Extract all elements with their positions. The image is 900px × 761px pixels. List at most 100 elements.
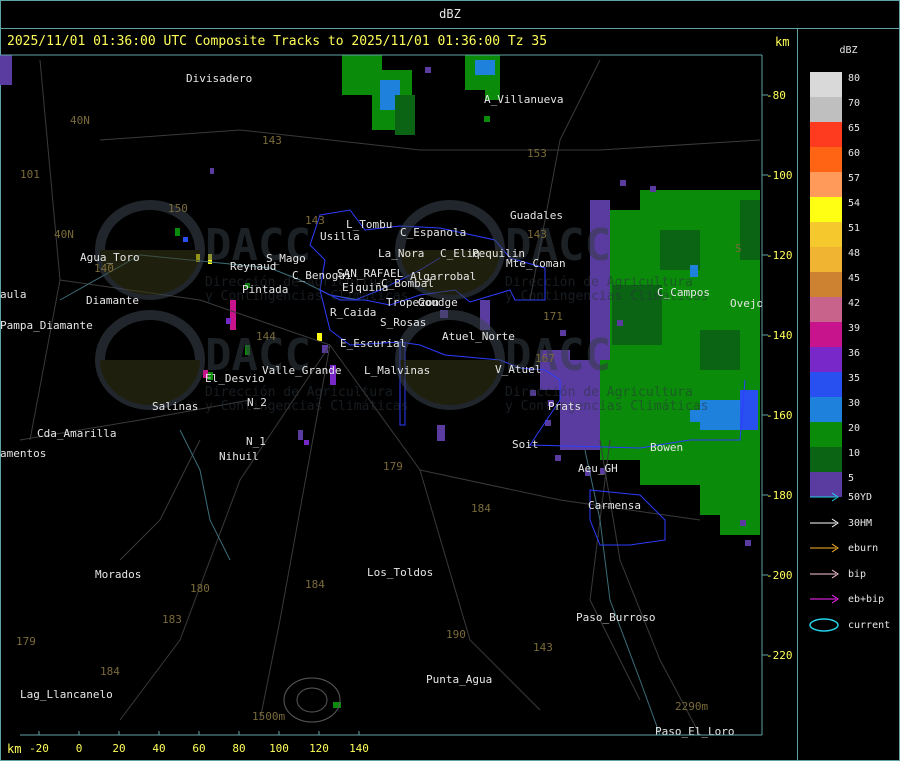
legend-swatch-60 — [810, 147, 842, 172]
legend-value-48: 48 — [848, 248, 861, 259]
place-label: Paso_El_Loro — [655, 725, 734, 738]
place-label: C_Bombal — [381, 277, 434, 290]
route-number: 101 — [20, 168, 40, 181]
watermark-line2-4: y Contingencias Climáticas — [505, 399, 709, 414]
legend-swatch-57 — [810, 172, 842, 197]
place-label: N_2 — [247, 396, 267, 409]
legend-value-10: 10 — [848, 448, 861, 459]
route-number: 184 — [305, 578, 325, 591]
route-number: 153 — [527, 147, 547, 160]
watermark-line2-3: y Contingencias Climáticas — [205, 399, 409, 414]
legend-value-39: 39 — [848, 323, 861, 334]
x-tick-label: 40 — [152, 742, 165, 755]
watermark-line1-4: Dirección de Agricultura — [505, 385, 693, 400]
place-label: Agua_Toro — [80, 251, 140, 264]
place-label: Lag_Llancanelo — [20, 688, 113, 701]
legend-swatch-70 — [810, 97, 842, 122]
place-label: Morados — [95, 568, 141, 581]
track-arrow-icon — [810, 543, 839, 553]
y-tick-label: -160 — [766, 409, 793, 422]
place-label: Salinas — [152, 400, 198, 413]
legend-track-50YD: 50YD — [848, 492, 873, 503]
place-label: A_Villanueva — [484, 93, 563, 106]
legend-swatch-45 — [810, 272, 842, 297]
legend-track-current: current — [848, 619, 891, 631]
place-label: Guadales — [510, 209, 563, 222]
track-arrow-icon — [810, 492, 839, 502]
place-label: Ejquiña — [342, 281, 388, 294]
route-number: 143 — [262, 134, 282, 147]
place-label: C_Espanola — [400, 226, 466, 239]
radar-map[interactable]: DACC Dirección de Agricultura y Continge… — [0, 28, 798, 761]
place-label: Diamante — [86, 294, 139, 307]
current-cell-icon — [809, 617, 839, 632]
place-label: Ovejo — [730, 297, 763, 310]
place-label: Divisadero — [186, 72, 252, 85]
place-label: L_Malvinas — [364, 364, 430, 377]
route-number: 143 — [533, 641, 553, 654]
legend-track-eburn: eburn — [848, 543, 879, 554]
place-label: Pintada — [242, 283, 288, 296]
legend-track-bip: bip — [848, 568, 867, 580]
x-tick-label: 140 — [349, 742, 369, 755]
y-tick-label: -200 — [766, 569, 793, 582]
legend-swatch-39 — [810, 322, 842, 347]
place-label: Goudge — [418, 296, 458, 309]
legend-value-45: 45 — [848, 273, 861, 284]
rivers — [59, 254, 661, 736]
legend-value-30: 30 — [848, 398, 861, 409]
legend-value-57: 57 — [848, 173, 861, 184]
route-number: S — [735, 242, 742, 255]
y-tick-label: -220 — [766, 649, 793, 662]
route-number: 144 — [256, 330, 276, 343]
place-label: V_Atuel — [495, 363, 541, 376]
legend-title: dBZ — [839, 45, 858, 56]
place-label: Paso_Burroso — [576, 611, 655, 624]
route-number: 179 — [383, 460, 403, 473]
place-label: Carmensa — [588, 499, 641, 512]
legend-swatch-48 — [810, 247, 842, 272]
place-label: Los_Toldos — [367, 566, 433, 579]
place-label: Valle_Grande — [262, 364, 341, 377]
legend-swatch-30 — [810, 397, 842, 422]
place-label: Mte_Coman — [506, 257, 566, 270]
legend-swatch-35 — [810, 372, 842, 397]
route-number: 179 — [16, 635, 36, 648]
legend-value-60: 60 — [848, 148, 861, 159]
place-label: Pampa_Diamante — [0, 319, 93, 332]
place-label: E_Escurial — [340, 337, 406, 350]
place-label: Prats — [548, 400, 581, 413]
route-number: 171 — [543, 310, 563, 323]
place-label: Nihuil — [219, 450, 259, 463]
route-number: 40N — [70, 114, 90, 127]
legend-track-30HM: 30HM — [848, 517, 873, 529]
y-tick-label: -180 — [766, 489, 793, 502]
x-tick-label: 20 — [112, 742, 125, 755]
volcano-contour — [283, 677, 341, 723]
x-tick-label: 0 — [76, 742, 83, 755]
track-arrow-icon — [810, 518, 839, 527]
track-arrow-icon — [810, 594, 839, 604]
legend-swatch-51 — [810, 222, 842, 247]
x-tick-label: -20 — [29, 742, 49, 755]
place-label: S_Rosas — [380, 316, 426, 329]
route-number: 183 — [162, 613, 182, 626]
route-number: 184 — [100, 665, 120, 678]
legend-value-36: 36 — [848, 348, 861, 359]
route-number: 40N — [54, 228, 74, 241]
place-label: El_Desvio — [205, 372, 265, 385]
route-number: 184 — [471, 502, 491, 515]
watermark-line1-3: Dirección de Agricultura — [205, 385, 393, 400]
x-tick-label: 80 — [232, 742, 245, 755]
place-label: Atuel_Norte — [442, 330, 515, 343]
place-label: Usilla — [320, 230, 360, 243]
route-number: 150 — [168, 202, 188, 215]
place-label: Punta_Agua — [426, 673, 492, 686]
y-tick-label: -80 — [766, 89, 786, 102]
track-arrow-icon — [810, 569, 839, 578]
y-tick-label: -140 — [766, 329, 793, 342]
place-label: N_1 — [246, 435, 266, 448]
x-tick-label: 120 — [309, 742, 329, 755]
legend-value-65: 65 — [848, 123, 861, 134]
legend-value-5: 5 — [848, 473, 855, 484]
